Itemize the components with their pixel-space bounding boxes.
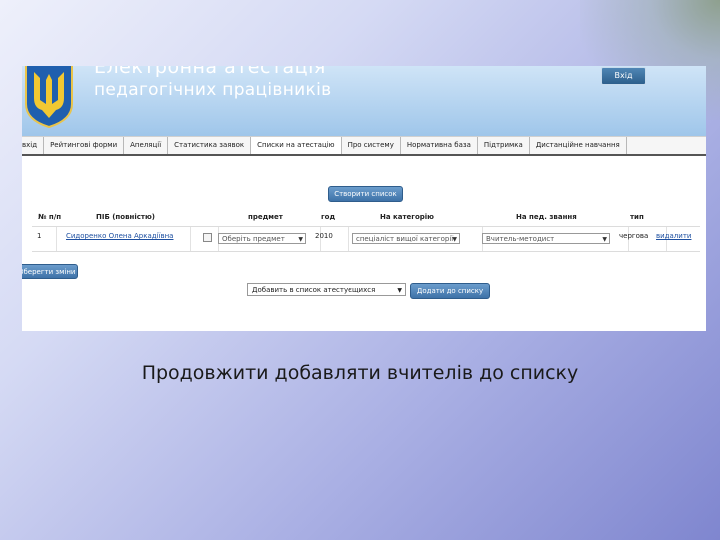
col-header-name: ПІБ (повністю) <box>96 213 155 221</box>
chevron-down-icon: ▼ <box>397 287 402 294</box>
add-to-list-select[interactable]: Добавить в список атестуєщихся ▼ <box>247 283 406 296</box>
row-divider <box>56 227 57 251</box>
row-number: 1 <box>37 232 42 240</box>
table-row: 1 Сидоренко Олена Аркадіївна Оберіть пре… <box>32 226 700 252</box>
attestation-type: чергова <box>619 232 649 240</box>
nav-item-distance-learning[interactable]: Дистанційне навчання <box>530 137 627 154</box>
nav-item-rating-forms[interactable]: Рейтингові форми <box>44 137 125 154</box>
login-button[interactable]: Вхід <box>601 67 646 85</box>
nav-item-attestation-lists[interactable]: Списки на атестацію <box>251 137 342 154</box>
row-divider <box>190 227 191 251</box>
save-changes-button[interactable]: Зберегти зміни <box>22 264 78 279</box>
coat-of-arms-icon <box>25 66 73 128</box>
hours-value: 2010 <box>315 232 333 240</box>
col-header-type: тип <box>630 213 644 221</box>
screenshot-panel: Електронна атестація педагогічних праців… <box>22 66 706 331</box>
title-select-value: Вчитель-методист <box>486 235 555 243</box>
col-header-title: На пед. звання <box>516 213 577 221</box>
subject-select-value: Оберіть предмет <box>222 235 285 243</box>
chevron-down-icon: ▼ <box>298 236 303 243</box>
col-header-subject: предмет <box>248 213 283 221</box>
add-to-list-select-value: Добавить в список атестуєщихся <box>252 286 376 294</box>
row-divider <box>348 227 349 251</box>
nav-item-appeals[interactable]: Апеляції <box>124 137 169 154</box>
site-title: Електронна атестація <box>94 66 326 78</box>
category-select-value: спеціаліст вищої категорії <box>356 235 454 243</box>
subject-select[interactable]: Оберіть предмет ▼ <box>218 233 306 244</box>
main-nav: вхід Рейтингові форми Апеляції Статистик… <box>22 136 706 156</box>
add-to-list-button[interactable]: Додати до списку <box>410 283 490 299</box>
col-header-category: На категорію <box>380 213 434 221</box>
slide-caption: Продовжити добавляти вчителів до списку <box>141 362 579 384</box>
chevron-down-icon: ▼ <box>602 236 607 243</box>
create-list-button[interactable]: Створити список <box>328 186 403 202</box>
chevron-down-icon: ▼ <box>452 236 457 243</box>
col-header-number: № п/п <box>38 213 62 221</box>
nav-item-about[interactable]: Про систему <box>342 137 401 154</box>
site-header: Електронна атестація педагогічних праців… <box>22 66 706 136</box>
nav-item-regulations[interactable]: Нормативна база <box>401 137 478 154</box>
nav-item-entry[interactable]: вхід <box>22 137 45 154</box>
col-header-hours: год <box>321 213 336 221</box>
category-select[interactable]: спеціаліст вищої категорії ▼ <box>352 233 460 244</box>
nav-item-support[interactable]: Підтримка <box>478 137 530 154</box>
site-subtitle: педагогічних працівників <box>94 80 332 100</box>
delete-row-link[interactable]: видалити <box>656 232 691 240</box>
title-select[interactable]: Вчитель-методист ▼ <box>482 233 610 244</box>
nav-item-statistics[interactable]: Статистика заявок <box>168 137 252 154</box>
row-checkbox[interactable] <box>203 233 212 242</box>
teacher-name-link[interactable]: Сидоренко Олена Аркадіївна <box>66 232 173 240</box>
